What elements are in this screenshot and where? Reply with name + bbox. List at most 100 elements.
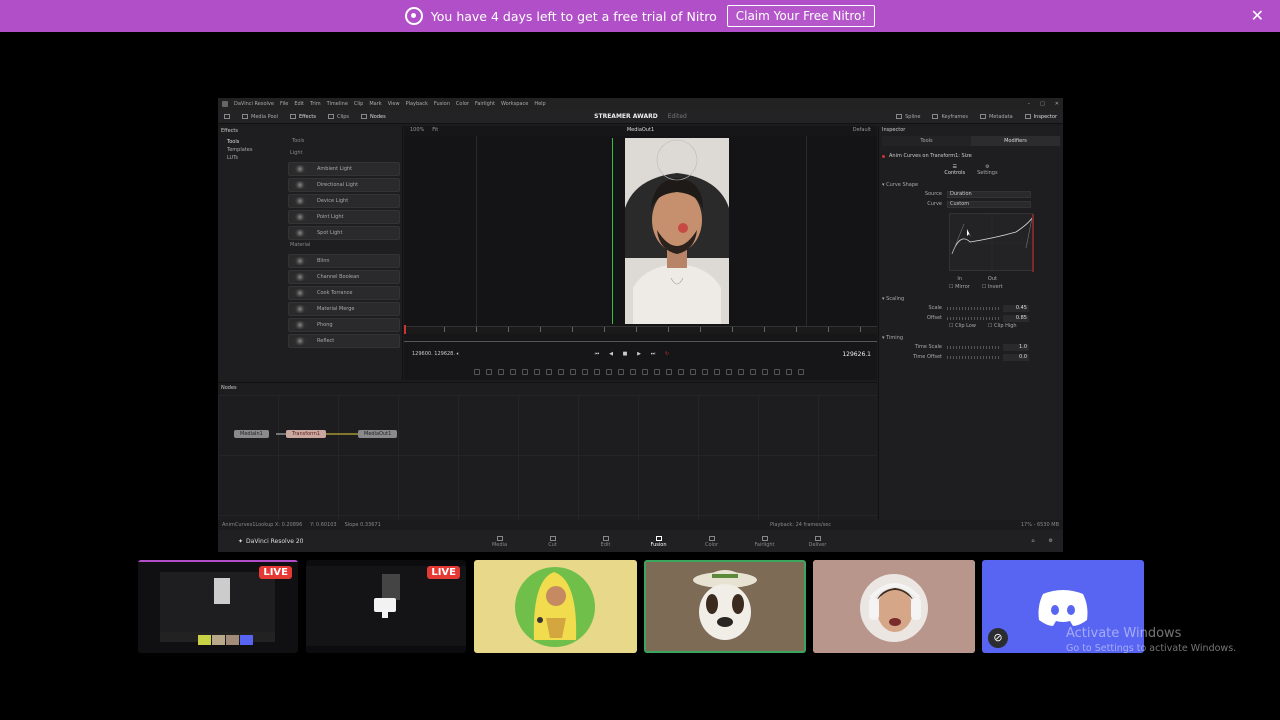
menu-file[interactable]: File: [280, 101, 288, 107]
effects-button[interactable]: Effects: [289, 114, 316, 120]
claim-nitro-button[interactable]: Claim Your Free Nitro!: [726, 5, 876, 27]
tool-icon[interactable]: [678, 369, 684, 375]
page-deliver[interactable]: Deliver: [791, 534, 844, 548]
tool-directional-light[interactable]: Directional Light: [288, 178, 400, 192]
clip-high-checkbox[interactable]: ☐ Clip High: [988, 323, 1017, 329]
section-scaling[interactable]: ▾ Scaling: [882, 296, 1060, 303]
tool-point-light[interactable]: Point Light: [288, 210, 400, 224]
participant-tile-dog-speaking[interactable]: [644, 560, 806, 653]
menu-playback[interactable]: Playback: [406, 101, 428, 107]
tool-icon[interactable]: [606, 369, 612, 375]
page-fusion[interactable]: Fusion: [632, 534, 685, 548]
tool-phong[interactable]: Phong: [288, 318, 400, 332]
tab-modifiers[interactable]: Modifiers: [971, 136, 1060, 146]
minimize-icon[interactable]: –: [1028, 101, 1031, 107]
keyframes-button[interactable]: Keyframes: [932, 114, 968, 120]
inspector-button[interactable]: Inspector: [1024, 114, 1057, 120]
tool-icon[interactable]: [594, 369, 600, 375]
node-mediaout[interactable]: MediaOut1: [358, 430, 398, 438]
page-edit[interactable]: Edit: [579, 534, 632, 548]
play-icon[interactable]: ▶: [636, 351, 642, 357]
section-curve-shape[interactable]: ▾ Curve Shape: [882, 182, 1060, 189]
home-icon[interactable]: ⌂: [1031, 538, 1034, 544]
tool-icon[interactable]: [522, 369, 528, 375]
tool-icon[interactable]: [702, 369, 708, 375]
go-end-icon[interactable]: ⏭: [650, 351, 656, 357]
clips-button[interactable]: Clips: [327, 114, 349, 120]
tool-spot-light[interactable]: Spot Light: [288, 226, 400, 240]
menu-color[interactable]: Color: [456, 101, 469, 107]
menu-timeline[interactable]: Timeline: [327, 101, 348, 107]
scale-value[interactable]: 0.45: [1003, 304, 1029, 312]
go-start-icon[interactable]: ⏮: [594, 351, 600, 357]
menu-trim[interactable]: Trim: [310, 101, 321, 107]
stream-tile-screen-1[interactable]: LIVE: [138, 560, 298, 653]
menu-help[interactable]: Help: [534, 101, 545, 107]
section-timing[interactable]: ▾ Timing: [882, 335, 1060, 342]
page-fairlight[interactable]: Fairlight: [738, 534, 791, 548]
tool-icon[interactable]: [750, 369, 756, 375]
tool-icon[interactable]: [486, 369, 492, 375]
tool-reflect[interactable]: Reflect: [288, 334, 400, 348]
node-mediain[interactable]: MediaIn1: [234, 430, 269, 438]
menu-clip[interactable]: Clip: [354, 101, 363, 107]
curve-editor[interactable]: [949, 213, 1034, 272]
menu-fusion[interactable]: Fusion: [434, 101, 450, 107]
toolbar-toggle-button[interactable]: [224, 114, 230, 119]
tool-icon[interactable]: [798, 369, 804, 375]
menu-fairlight[interactable]: Fairlight: [475, 101, 495, 107]
tree-item-tools[interactable]: Tools: [221, 139, 286, 147]
metadata-button[interactable]: Metadata: [979, 114, 1013, 120]
tool-cook-torrance[interactable]: Cook Torrance: [288, 286, 400, 300]
tool-icon[interactable]: [498, 369, 504, 375]
tool-icon[interactable]: [630, 369, 636, 375]
tool-icon[interactable]: [558, 369, 564, 375]
viewer-canvas[interactable]: [404, 136, 877, 326]
media-pool-button[interactable]: Media Pool: [242, 114, 278, 120]
menu-workspace[interactable]: Workspace: [501, 101, 528, 107]
page-cut[interactable]: Cut: [526, 534, 579, 548]
tool-icon[interactable]: [714, 369, 720, 375]
tool-icon[interactable]: [618, 369, 624, 375]
menu-view[interactable]: View: [388, 101, 400, 107]
modifier-enabled-icon[interactable]: [882, 154, 885, 158]
menu-edit[interactable]: Edit: [294, 101, 304, 107]
page-media[interactable]: Media: [473, 534, 526, 548]
offset-slider[interactable]: [947, 316, 999, 320]
loop-icon[interactable]: ↻: [664, 351, 670, 357]
stream-tile-screen-2[interactable]: LIVE: [306, 560, 466, 653]
participant-tile-banana[interactable]: [474, 560, 637, 653]
close-icon[interactable]: ✕: [1251, 6, 1264, 25]
invert-checkbox[interactable]: ☐ Invert: [982, 284, 1003, 290]
window-close-icon[interactable]: ✕: [1055, 101, 1059, 107]
time-scale-value[interactable]: 1.0: [1003, 343, 1029, 351]
tool-icon[interactable]: [546, 369, 552, 375]
tool-icon[interactable]: [510, 369, 516, 375]
tool-channel-boolean[interactable]: Channel Boolean: [288, 270, 400, 284]
tool-icon[interactable]: [654, 369, 660, 375]
time-offset-slider[interactable]: [947, 355, 999, 359]
playhead[interactable]: [404, 325, 406, 334]
project-settings-icon[interactable]: ⚙︎: [1049, 538, 1053, 544]
tab-tools[interactable]: Tools: [882, 136, 971, 146]
tool-icon[interactable]: [762, 369, 768, 375]
scale-slider[interactable]: [947, 306, 999, 310]
play-reverse-icon[interactable]: ◀: [608, 351, 614, 357]
offset-value[interactable]: 0.85: [1003, 314, 1029, 322]
source-dropdown[interactable]: Duration: [947, 190, 1031, 198]
tool-icon[interactable]: [474, 369, 480, 375]
menu-mark[interactable]: Mark: [369, 101, 381, 107]
participant-tile-headphones[interactable]: [813, 560, 975, 653]
menu-app[interactable]: DaVinci Resolve: [234, 101, 274, 107]
tool-icon[interactable]: [726, 369, 732, 375]
time-scale-slider[interactable]: [947, 345, 999, 349]
tool-material-merge[interactable]: Material Merge: [288, 302, 400, 316]
tool-icon[interactable]: [690, 369, 696, 375]
maximize-icon[interactable]: □: [1040, 101, 1045, 107]
stop-icon[interactable]: ■: [622, 351, 628, 357]
tool-icon[interactable]: [582, 369, 588, 375]
tool-device-light[interactable]: Device Light: [288, 194, 400, 208]
spline-button[interactable]: Spline: [896, 114, 920, 120]
tool-icon[interactable]: [642, 369, 648, 375]
subtab-controls[interactable]: ☰ Controls: [944, 164, 965, 176]
